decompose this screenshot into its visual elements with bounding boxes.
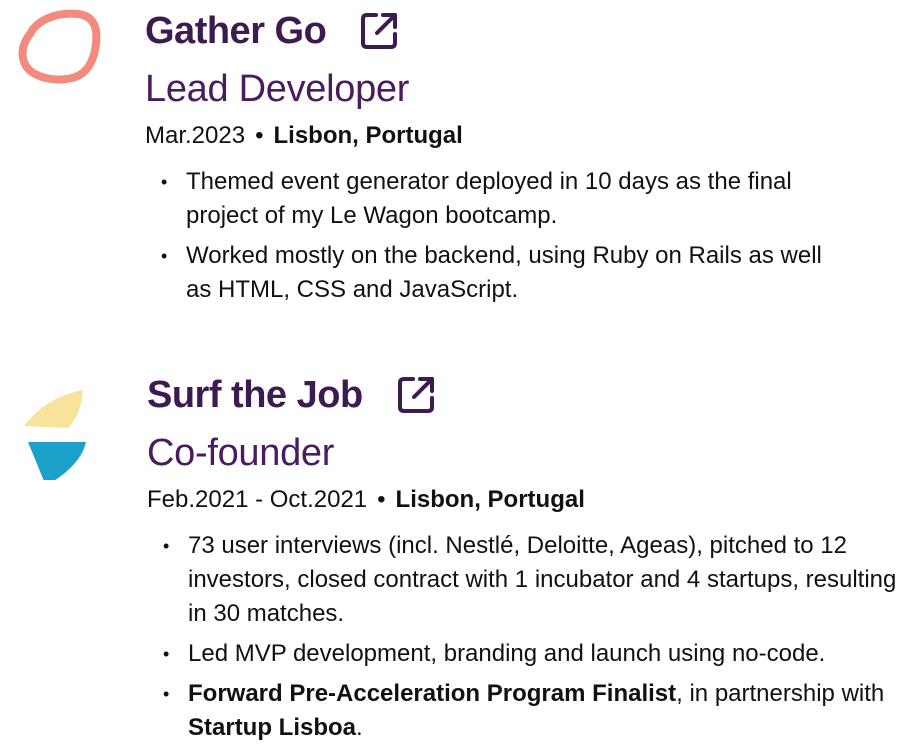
job-role: Lead Developer — [145, 68, 410, 110]
achievement-text: Led MVP development, branding and launch… — [188, 639, 826, 667]
achievement-highlight: Forward Pre-Acceleration Program Finalis… — [188, 679, 677, 707]
job-meta: Feb.2021 - Oct.2021 • Lisbon, Portugal — [147, 486, 897, 515]
achievement-highlight: Startup Lisboa — [188, 713, 357, 741]
achievement-text: Worked mostly on the backend, using Ruby… — [186, 241, 822, 303]
achievement-text: . — [356, 713, 363, 741]
achievement-text: Themed event generator deployed in 10 da… — [186, 167, 792, 229]
achievement-list: Themed event generator deployed in 10 da… — [145, 165, 895, 307]
gather-go-logo — [18, 9, 101, 84]
job-location: Lisbon, Portugal — [395, 486, 585, 513]
achievement-item: Themed event generator deployed in 10 da… — [161, 165, 846, 233]
achievement-text: , in partnership with — [676, 679, 885, 707]
experience-content: Gather Go Lead Developer Mar.2023 • Lisb… — [145, 0, 895, 313]
meta-separator: • — [255, 122, 264, 149]
company-name: Surf the Job — [147, 374, 363, 416]
achievement-text: 73 user interviews (incl. Nestlé, Deloit… — [188, 531, 897, 627]
meta-separator: • — [377, 486, 386, 513]
job-date: Feb.2021 - Oct.2021 — [147, 486, 368, 513]
job-meta: Mar.2023 • Lisbon, Portugal — [145, 122, 895, 151]
external-link-icon[interactable] — [393, 372, 439, 418]
achievement-item: 73 user interviews (incl. Nestlé, Deloit… — [163, 529, 901, 631]
achievement-item: Led MVP development, branding and launch… — [163, 637, 901, 671]
job-date: Mar.2023 — [145, 122, 246, 149]
title-row: Surf the Job — [147, 364, 897, 426]
job-location: Lisbon, Portugal — [273, 122, 463, 149]
achievement-item: Worked mostly on the backend, using Ruby… — [161, 239, 846, 307]
company-name: Gather Go — [145, 10, 327, 52]
experience-content: Surf the Job Co-founder Feb.2021 - Oct.2… — [147, 364, 897, 751]
surf-the-job-logo — [24, 390, 86, 480]
achievement-item: Forward Pre-Acceleration Program Finalis… — [163, 677, 901, 745]
achievement-list: 73 user interviews (incl. Nestlé, Deloit… — [147, 529, 897, 745]
job-role: Co-founder — [147, 432, 335, 474]
title-row: Gather Go — [145, 0, 895, 62]
external-link-icon[interactable] — [356, 8, 402, 54]
